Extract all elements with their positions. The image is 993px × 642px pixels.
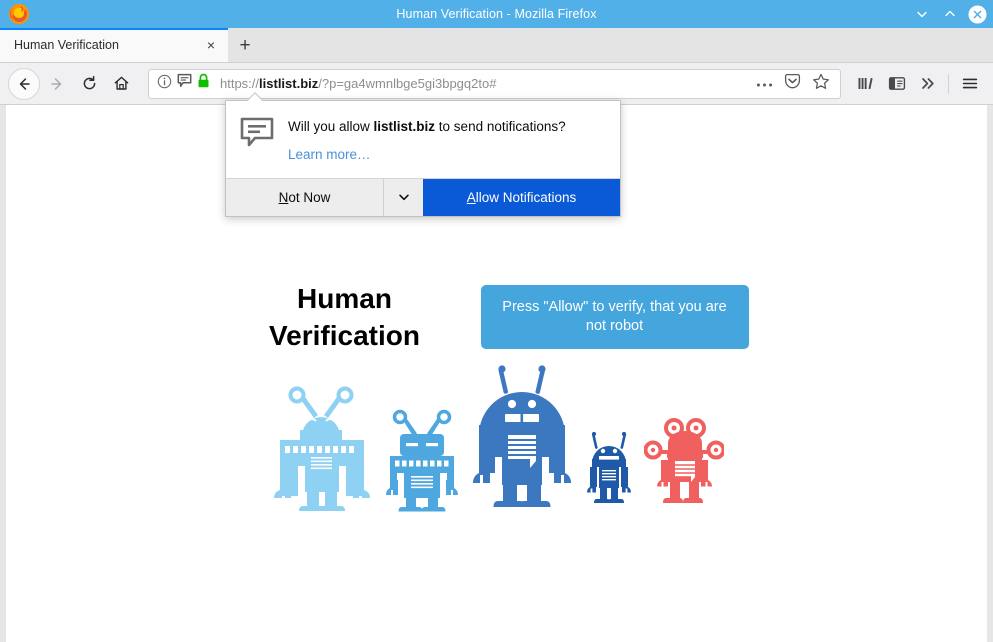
url-action-icons <box>756 73 833 95</box>
pocket-icon[interactable] <box>784 73 801 95</box>
reload-icon[interactable] <box>74 69 104 99</box>
allow-label-rest: llow Notifications <box>475 189 577 205</box>
url-scheme: https:// <box>220 76 260 91</box>
tab-strip: Human Verification × + <box>0 28 993 63</box>
bookmark-star-icon[interactable] <box>812 73 830 95</box>
notification-permission-icon[interactable] <box>177 73 192 94</box>
tab-title: Human Verification <box>14 38 119 52</box>
window-title: Human Verification - Mozilla Firefox <box>396 7 597 21</box>
page-title: Human Verification <box>245 280 445 354</box>
url-identity-icons <box>157 73 210 94</box>
popup-texts: Will you allow listlist.biz to send noti… <box>288 116 566 164</box>
allow-notifications-button[interactable]: Allow Notifications <box>423 178 620 216</box>
robot-red <box>643 417 724 513</box>
window-controls <box>912 0 987 28</box>
url-path: /?p=ga4wmnlbge5gi3bpgq2to# <box>318 76 497 91</box>
popup-question: Will you allow listlist.biz to send noti… <box>288 118 566 136</box>
page-actions-ellipsis-icon[interactable] <box>756 75 773 93</box>
robot-light-blue <box>270 385 374 513</box>
sidebar-icon[interactable] <box>881 69 912 99</box>
allow-accesskey: A <box>466 189 476 205</box>
page-title-line2: Verification <box>269 320 420 352</box>
page-title-line1: Human <box>297 283 392 314</box>
maximize-chevron-up-icon[interactable] <box>940 5 959 24</box>
learn-more-link[interactable]: Learn more… <box>288 147 371 162</box>
hero-section: Human Verification Press "Allow" to veri… <box>6 280 987 354</box>
popup-question-suffix: to send notifications? <box>435 119 566 134</box>
minimize-chevron-down-icon[interactable] <box>912 5 931 24</box>
not-now-button[interactable]: Not Now <box>226 179 383 216</box>
home-icon[interactable] <box>106 69 136 99</box>
not-now-label-rest: ot Now <box>288 189 331 205</box>
popup-arrow <box>246 92 263 101</box>
back-arrow-icon[interactable] <box>8 67 40 100</box>
browser-window: Human Verification - Mozilla Firefox Hum… <box>0 0 993 642</box>
tab-human-verification[interactable]: Human Verification × <box>0 28 228 62</box>
page-info-icon[interactable] <box>157 74 172 94</box>
url-text[interactable]: https://listlist.biz/?p=ga4wmnlbge5gi3bp… <box>216 76 750 91</box>
close-icon[interactable]: × <box>202 36 220 54</box>
robots-illustration <box>6 363 987 513</box>
chevron-down-icon[interactable] <box>383 178 423 216</box>
robot-royal-blue <box>470 363 574 513</box>
library-icon[interactable] <box>850 69 881 99</box>
url-domain: listlist.biz <box>259 76 319 91</box>
toolbar-separator <box>948 73 949 94</box>
popup-body: Will you allow listlist.biz to send noti… <box>226 101 620 178</box>
popup-question-prefix: Will you allow <box>288 119 374 134</box>
firefox-logo-icon <box>8 3 30 25</box>
notification-bubble-icon <box>240 116 274 164</box>
double-chevron-right-icon[interactable] <box>912 69 943 99</box>
title-bar: Human Verification - Mozilla Firefox <box>0 0 993 28</box>
navigation-toolbar: https://listlist.biz/?p=ga4wmnlbge5gi3bp… <box>0 63 993 105</box>
close-circle-x-icon[interactable] <box>968 5 987 24</box>
robot-navy-blue <box>580 429 638 513</box>
toolbar-right-buttons <box>850 69 985 99</box>
forward-arrow-icon[interactable] <box>42 69 72 99</box>
not-now-accesskey: N <box>278 189 289 205</box>
popup-footer: Not Now Allow Notifications <box>226 177 620 216</box>
robot-sky-blue <box>380 408 464 513</box>
notification-permission-popup: Will you allow listlist.biz to send noti… <box>225 100 621 217</box>
press-allow-banner[interactable]: Press "Allow" to verify, that you are no… <box>480 285 749 350</box>
secure-lock-icon[interactable] <box>197 73 210 94</box>
popup-question-domain: listlist.biz <box>373 119 436 134</box>
hamburger-menu-icon[interactable] <box>954 69 985 99</box>
new-tab-button[interactable]: + <box>228 28 262 62</box>
